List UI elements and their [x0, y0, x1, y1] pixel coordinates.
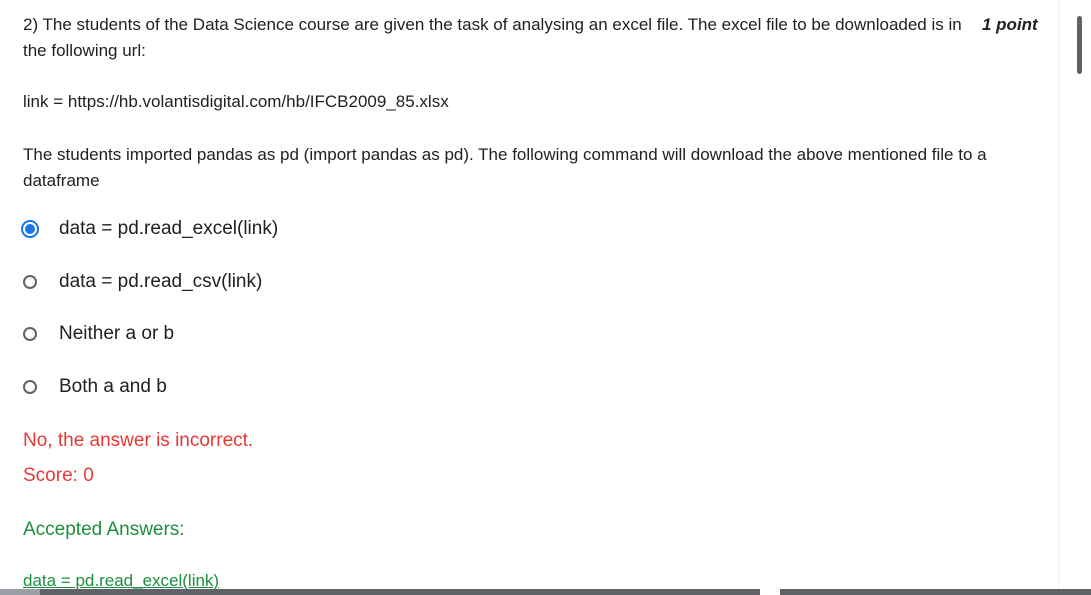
option-a[interactable]: data = pd.read_excel(link): [21, 214, 279, 244]
accepted-answers-title: Accepted Answers:: [23, 519, 185, 540]
horizontal-scrollbar-thumb[interactable]: [0, 589, 760, 595]
option-label: data = pd.read_csv(link): [59, 271, 263, 292]
question-statement: The students imported pandas as pd (impo…: [23, 145, 987, 190]
question-text: 2) The students of the Data Science cour…: [23, 15, 962, 60]
radio-unselected-icon[interactable]: [23, 327, 37, 341]
feedback-result: No, the answer is incorrect.: [23, 430, 254, 451]
horizontal-scrollbar-edge: [0, 589, 40, 595]
feedback-score: Score: 0: [23, 465, 94, 486]
option-label: Both a and b: [59, 376, 167, 397]
option-c[interactable]: Neither a or b: [23, 319, 174, 349]
horizontal-scrollbar-thumb-right[interactable]: [780, 589, 1091, 595]
radio-selected-icon[interactable]: [21, 220, 39, 238]
option-label: Neither a or b: [59, 323, 175, 344]
accepted-answer: data = pd.read_excel(link): [23, 571, 220, 590]
option-label: data = pd.read_excel(link): [59, 218, 279, 239]
question-points: 1 point: [982, 15, 1038, 34]
option-d[interactable]: Both a and b: [23, 372, 167, 402]
scrollbar-track: [1058, 0, 1059, 595]
radio-unselected-icon[interactable]: [23, 275, 37, 289]
radio-unselected-icon[interactable]: [23, 380, 37, 394]
option-b[interactable]: data = pd.read_csv(link): [23, 267, 262, 297]
question-link: link = https://hb.volantisdigital.com/hb…: [23, 92, 449, 111]
quiz-page: 2) The students of the Data Science cour…: [0, 0, 1091, 595]
vertical-scrollbar-thumb[interactable]: [1077, 16, 1082, 74]
